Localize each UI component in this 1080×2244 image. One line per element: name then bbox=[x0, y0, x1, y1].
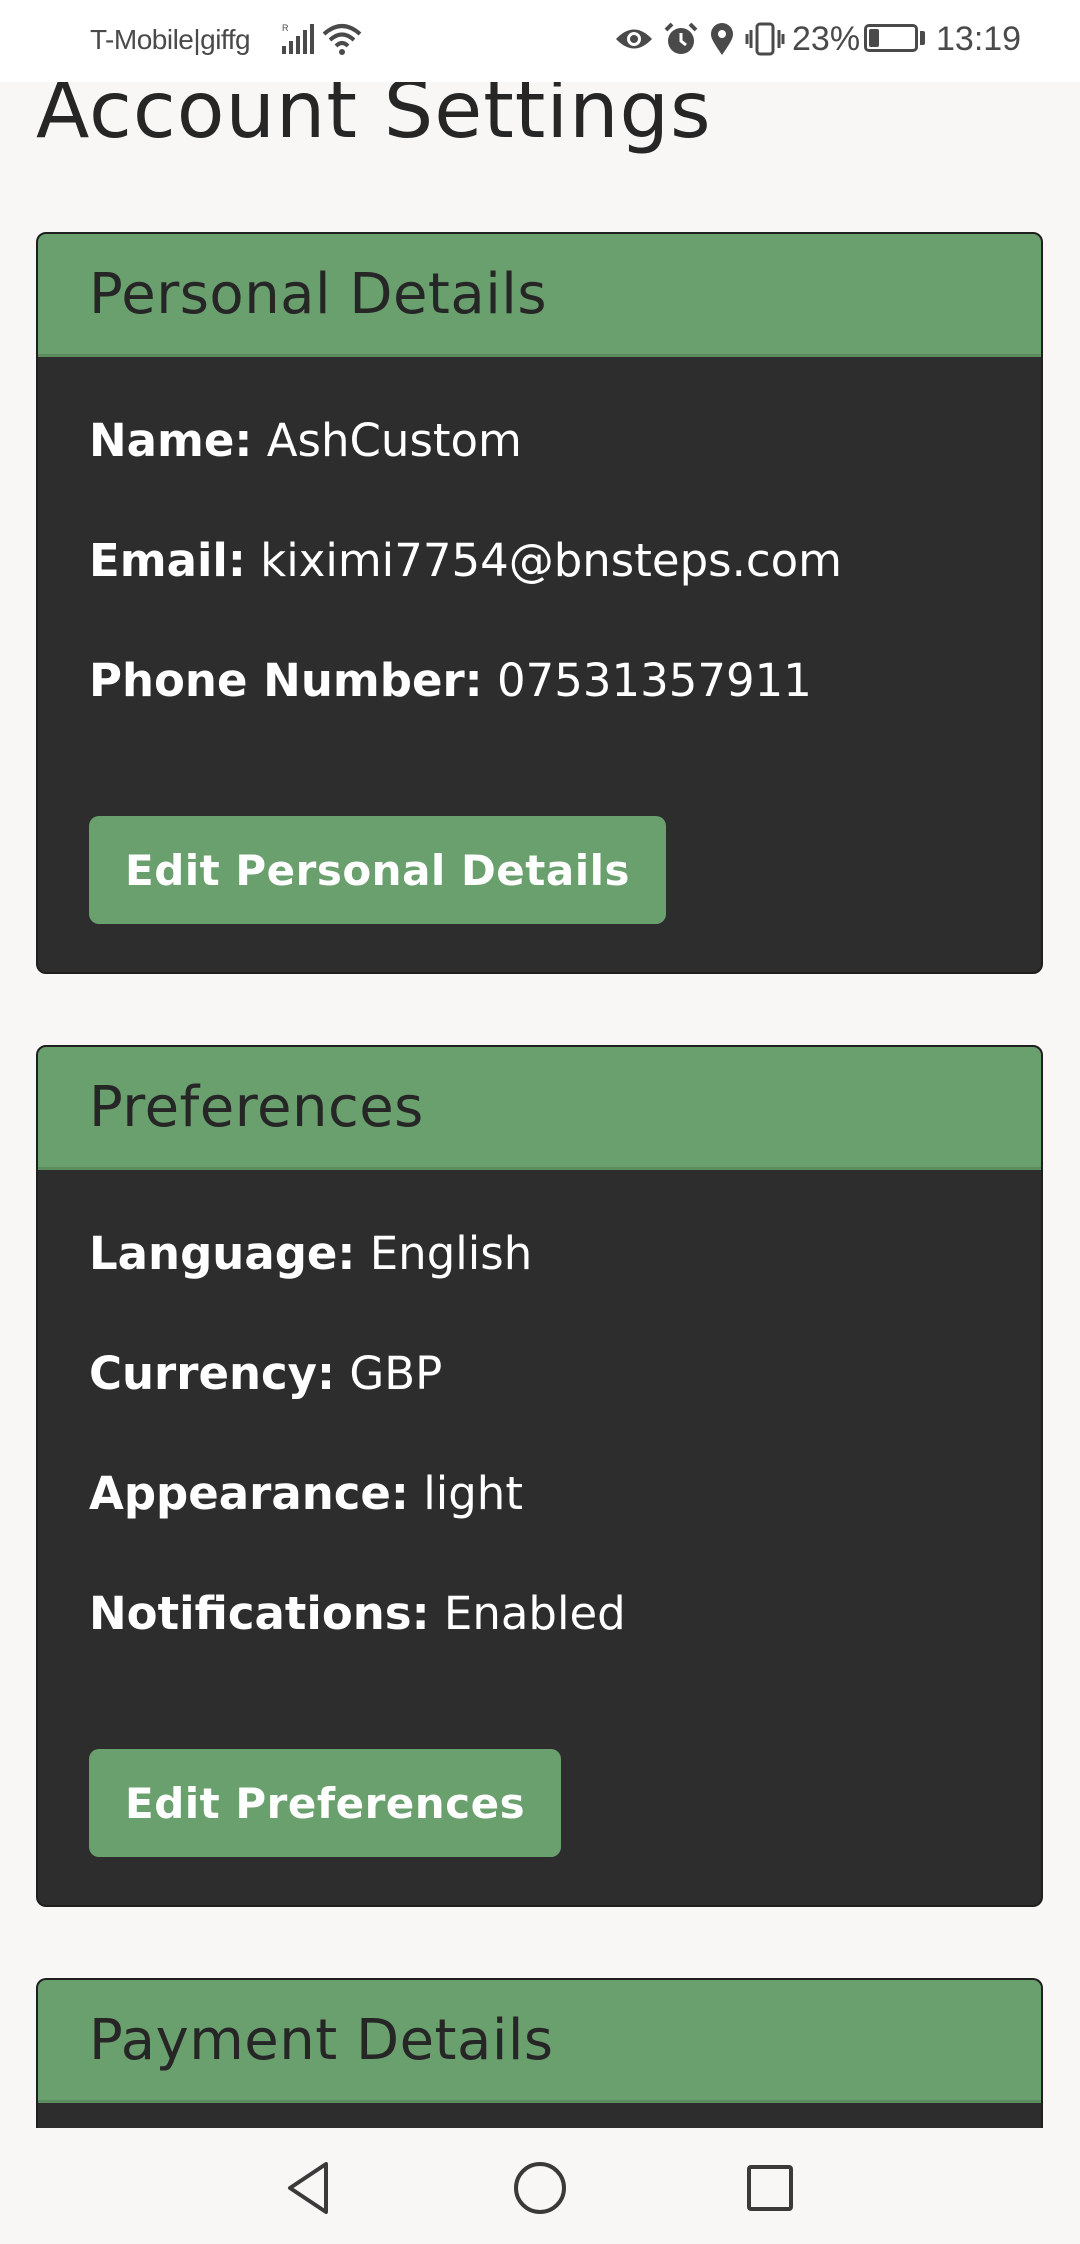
clock: 13:19 bbox=[936, 20, 1022, 58]
phone-label: Phone Number: bbox=[89, 654, 483, 707]
location-icon bbox=[711, 23, 733, 55]
payment-details-title: Payment Details bbox=[89, 2007, 554, 2073]
email-label: Email: bbox=[89, 534, 246, 587]
appearance-field: Appearance: light bbox=[89, 1467, 523, 1520]
signal-icon: R bbox=[282, 23, 314, 54]
preferences-header: Preferences bbox=[38, 1047, 1041, 1170]
status-bar: T-Mobile|giffg R 23% 13:19 bbox=[0, 0, 1080, 82]
email-field: Email: kiximi7754@bnsteps.com bbox=[89, 534, 842, 587]
recents-icon[interactable] bbox=[740, 2158, 800, 2218]
vibrate-icon bbox=[745, 22, 785, 56]
notifications-label: Notifications: bbox=[89, 1587, 430, 1640]
notifications-value: Enabled bbox=[443, 1587, 626, 1640]
language-field: Language: English bbox=[89, 1227, 532, 1280]
language-label: Language: bbox=[89, 1227, 356, 1280]
battery-icon bbox=[864, 24, 918, 52]
phone-field: Phone Number: 07531357911 bbox=[89, 654, 812, 707]
currency-value: GBP bbox=[349, 1347, 443, 1400]
appearance-value: light bbox=[423, 1467, 523, 1520]
eye-icon bbox=[616, 29, 652, 49]
home-icon[interactable] bbox=[510, 2158, 570, 2218]
carrier-label: T-Mobile|giffg bbox=[90, 24, 251, 55]
battery-tip bbox=[920, 31, 925, 45]
personal-details-title: Personal Details bbox=[89, 261, 547, 327]
name-label: Name: bbox=[89, 414, 253, 467]
phone-value: 07531357911 bbox=[496, 654, 812, 707]
battery-level bbox=[869, 29, 879, 47]
language-value: English bbox=[369, 1227, 533, 1280]
personal-details-card: Personal Details Name: AshCustom Email: … bbox=[36, 232, 1043, 974]
alarm-icon bbox=[664, 22, 698, 54]
name-field: Name: AshCustom bbox=[89, 414, 522, 467]
back-icon[interactable] bbox=[280, 2158, 340, 2218]
svg-text:R: R bbox=[282, 23, 289, 33]
preferences-card: Preferences Language: English Currency: … bbox=[36, 1045, 1043, 1907]
currency-field: Currency: GBP bbox=[89, 1347, 442, 1400]
email-value: kiximi7754@bnsteps.com bbox=[260, 534, 842, 587]
name-value: AshCustom bbox=[266, 414, 522, 467]
edit-personal-details-button[interactable]: Edit Personal Details bbox=[89, 816, 667, 924]
payment-details-header: Payment Details bbox=[38, 1980, 1041, 2103]
wifi-icon bbox=[322, 24, 362, 55]
edit-preferences-button[interactable]: Edit Preferences bbox=[89, 1749, 562, 1857]
preferences-title: Preferences bbox=[89, 1074, 424, 1140]
notifications-field: Notifications: Enabled bbox=[89, 1587, 626, 1640]
battery-percent: 23% bbox=[792, 20, 861, 58]
appearance-label: Appearance: bbox=[89, 1467, 409, 1520]
navigation-bar bbox=[0, 2128, 1080, 2244]
currency-label: Currency: bbox=[89, 1347, 336, 1400]
personal-details-header: Personal Details bbox=[38, 234, 1041, 357]
